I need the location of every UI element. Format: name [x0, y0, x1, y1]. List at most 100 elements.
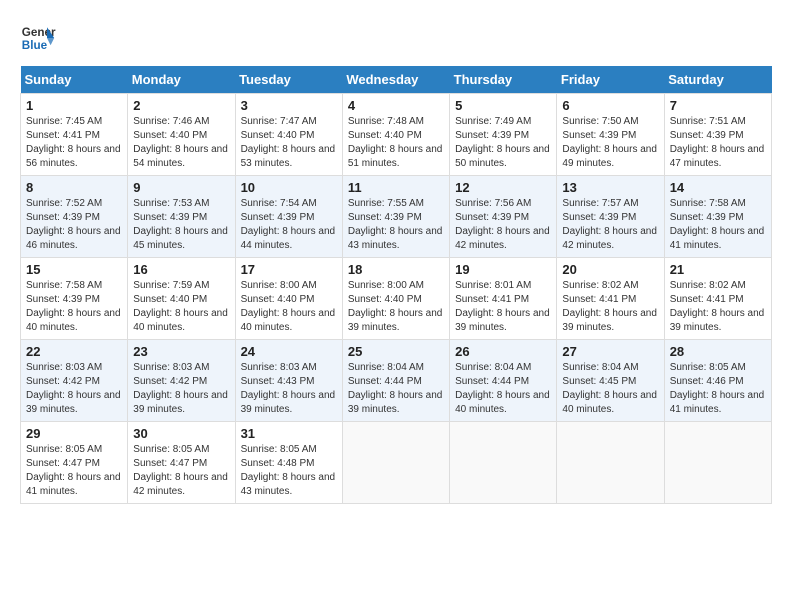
day-number: 20 [562, 262, 658, 277]
day-number: 12 [455, 180, 551, 195]
day-info: Sunrise: 7:52 AMSunset: 4:39 PMDaylight:… [26, 198, 121, 251]
logo: General Blue [20, 20, 56, 56]
day-info: Sunrise: 8:02 AMSunset: 4:41 PMDaylight:… [562, 280, 657, 333]
day-number: 1 [26, 98, 122, 113]
weekday-header: Tuesday [235, 66, 342, 94]
calendar-week-row: 22 Sunrise: 8:03 AMSunset: 4:42 PMDayligh… [21, 340, 772, 422]
day-info: Sunrise: 7:53 AMSunset: 4:39 PMDaylight:… [133, 198, 228, 251]
calendar-cell: 7 Sunrise: 7:51 AMSunset: 4:39 PMDaylight… [664, 94, 771, 176]
day-number: 31 [241, 426, 337, 441]
day-number: 26 [455, 344, 551, 359]
day-info: Sunrise: 8:04 AMSunset: 4:44 PMDaylight:… [455, 362, 550, 415]
day-number: 5 [455, 98, 551, 113]
day-info: Sunrise: 7:45 AMSunset: 4:41 PMDaylight:… [26, 116, 121, 169]
day-info: Sunrise: 7:50 AMSunset: 4:39 PMDaylight:… [562, 116, 657, 169]
calendar-week-row: 1 Sunrise: 7:45 AMSunset: 4:41 PMDaylight… [21, 94, 772, 176]
calendar-week-row: 15 Sunrise: 7:58 AMSunset: 4:39 PMDayligh… [21, 258, 772, 340]
day-number: 16 [133, 262, 229, 277]
calendar-cell: 19Sunrise: 8:01 AMSunset: 4:41 PMDayligh… [450, 258, 557, 340]
day-number: 6 [562, 98, 658, 113]
day-number: 17 [241, 262, 337, 277]
calendar-cell: 15 Sunrise: 7:58 AMSunset: 4:39 PMDayligh… [21, 258, 128, 340]
calendar-cell: 25Sunrise: 8:04 AMSunset: 4:44 PMDayligh… [342, 340, 449, 422]
day-number: 30 [133, 426, 229, 441]
day-info: Sunrise: 7:58 AMSunset: 4:39 PMDaylight:… [26, 280, 121, 333]
day-number: 11 [348, 180, 444, 195]
calendar-cell: 27 Sunrise: 8:04 AMSunset: 4:45 PMDayligh… [557, 340, 664, 422]
day-info: Sunrise: 8:05 AMSunset: 4:46 PMDaylight:… [670, 362, 765, 415]
calendar-table: SundayMondayTuesdayWednesdayThursdayFrid… [20, 66, 772, 504]
calendar-week-row: 8 Sunrise: 7:52 AMSunset: 4:39 PMDaylight… [21, 176, 772, 258]
calendar-cell: 14 Sunrise: 7:58 AMSunset: 4:39 PMDayligh… [664, 176, 771, 258]
calendar-cell: 26 Sunrise: 8:04 AMSunset: 4:44 PMDayligh… [450, 340, 557, 422]
day-info: Sunrise: 7:55 AMSunset: 4:39 PMDaylight:… [348, 198, 443, 251]
calendar-cell: 23 Sunrise: 8:03 AMSunset: 4:42 PMDayligh… [128, 340, 235, 422]
day-info: Sunrise: 7:46 AMSunset: 4:40 PMDaylight:… [133, 116, 228, 169]
calendar-cell [557, 422, 664, 504]
calendar-cell: 10 Sunrise: 7:54 AMSunset: 4:39 PMDayligh… [235, 176, 342, 258]
weekday-header: Monday [128, 66, 235, 94]
day-info: Sunrise: 8:02 AMSunset: 4:41 PMDaylight:… [670, 280, 765, 333]
calendar-cell: 30 Sunrise: 8:05 AMSunset: 4:47 PMDayligh… [128, 422, 235, 504]
day-number: 13 [562, 180, 658, 195]
day-info: Sunrise: 8:03 AMSunset: 4:42 PMDaylight:… [133, 362, 228, 415]
calendar-cell: 5 Sunrise: 7:49 AMSunset: 4:39 PMDaylight… [450, 94, 557, 176]
day-number: 18 [348, 262, 444, 277]
calendar-cell [450, 422, 557, 504]
day-info: Sunrise: 7:58 AMSunset: 4:39 PMDaylight:… [670, 198, 765, 251]
weekday-header: Saturday [664, 66, 771, 94]
calendar-cell: 17 Sunrise: 8:00 AMSunset: 4:40 PMDayligh… [235, 258, 342, 340]
day-number: 22 [26, 344, 122, 359]
day-info: Sunrise: 7:56 AMSunset: 4:39 PMDaylight:… [455, 198, 550, 251]
calendar-cell: 12 Sunrise: 7:56 AMSunset: 4:39 PMDayligh… [450, 176, 557, 258]
day-number: 23 [133, 344, 229, 359]
day-info: Sunrise: 8:05 AMSunset: 4:48 PMDaylight:… [241, 444, 336, 497]
day-info: Sunrise: 7:48 AMSunset: 4:40 PMDaylight:… [348, 116, 443, 169]
weekday-header: Wednesday [342, 66, 449, 94]
day-info: Sunrise: 8:05 AMSunset: 4:47 PMDaylight:… [133, 444, 228, 497]
day-number: 14 [670, 180, 766, 195]
calendar-cell: 22Sunrise: 8:03 AMSunset: 4:42 PMDayligh… [21, 340, 128, 422]
day-number: 10 [241, 180, 337, 195]
day-info: Sunrise: 7:49 AMSunset: 4:39 PMDaylight:… [455, 116, 550, 169]
day-info: Sunrise: 7:47 AMSunset: 4:40 PMDaylight:… [241, 116, 336, 169]
day-number: 7 [670, 98, 766, 113]
calendar-cell: 21 Sunrise: 8:02 AMSunset: 4:41 PMDayligh… [664, 258, 771, 340]
day-number: 28 [670, 344, 766, 359]
day-info: Sunrise: 8:00 AMSunset: 4:40 PMDaylight:… [348, 280, 443, 333]
calendar-cell: 1 Sunrise: 7:45 AMSunset: 4:41 PMDaylight… [21, 94, 128, 176]
calendar-cell: 4Sunrise: 7:48 AMSunset: 4:40 PMDaylight… [342, 94, 449, 176]
calendar-cell: 28 Sunrise: 8:05 AMSunset: 4:46 PMDayligh… [664, 340, 771, 422]
calendar-cell: 6 Sunrise: 7:50 AMSunset: 4:39 PMDaylight… [557, 94, 664, 176]
day-info: Sunrise: 8:04 AMSunset: 4:45 PMDaylight:… [562, 362, 657, 415]
day-info: Sunrise: 7:51 AMSunset: 4:39 PMDaylight:… [670, 116, 765, 169]
calendar-cell [664, 422, 771, 504]
day-info: Sunrise: 8:00 AMSunset: 4:40 PMDaylight:… [241, 280, 336, 333]
calendar-cell: 9Sunrise: 7:53 AMSunset: 4:39 PMDaylight… [128, 176, 235, 258]
day-number: 27 [562, 344, 658, 359]
calendar-week-row: 29 Sunrise: 8:05 AMSunset: 4:47 PMDayligh… [21, 422, 772, 504]
calendar-cell: 24Sunrise: 8:03 AMSunset: 4:43 PMDayligh… [235, 340, 342, 422]
calendar-cell: 8 Sunrise: 7:52 AMSunset: 4:39 PMDaylight… [21, 176, 128, 258]
calendar-cell [342, 422, 449, 504]
day-info: Sunrise: 8:05 AMSunset: 4:47 PMDaylight:… [26, 444, 121, 497]
day-info: Sunrise: 7:54 AMSunset: 4:39 PMDaylight:… [241, 198, 336, 251]
page-header: General Blue [20, 20, 772, 56]
day-info: Sunrise: 8:04 AMSunset: 4:44 PMDaylight:… [348, 362, 443, 415]
calendar-cell: 31 Sunrise: 8:05 AMSunset: 4:48 PMDayligh… [235, 422, 342, 504]
logo-icon: General Blue [20, 20, 56, 56]
calendar-cell: 13 Sunrise: 7:57 AMSunset: 4:39 PMDayligh… [557, 176, 664, 258]
day-number: 29 [26, 426, 122, 441]
day-info: Sunrise: 7:59 AMSunset: 4:40 PMDaylight:… [133, 280, 228, 333]
calendar-cell: 3 Sunrise: 7:47 AMSunset: 4:40 PMDaylight… [235, 94, 342, 176]
day-number: 8 [26, 180, 122, 195]
day-info: Sunrise: 7:57 AMSunset: 4:39 PMDaylight:… [562, 198, 657, 251]
svg-text:Blue: Blue [22, 39, 48, 52]
day-number: 3 [241, 98, 337, 113]
weekday-header-row: SundayMondayTuesdayWednesdayThursdayFrid… [21, 66, 772, 94]
weekday-header: Friday [557, 66, 664, 94]
day-number: 24 [241, 344, 337, 359]
day-number: 15 [26, 262, 122, 277]
day-number: 19 [455, 262, 551, 277]
day-number: 21 [670, 262, 766, 277]
